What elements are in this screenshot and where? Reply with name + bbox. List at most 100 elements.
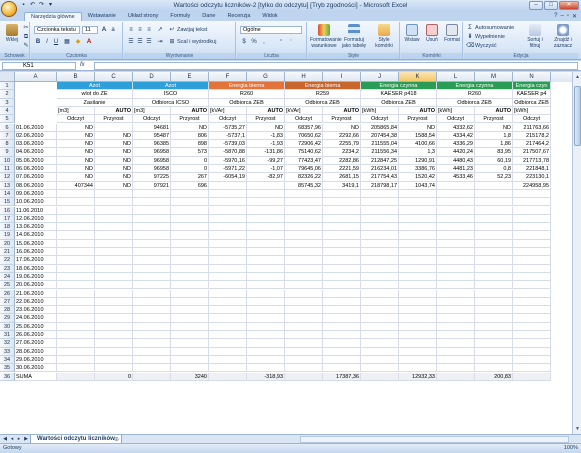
cell[interactable]: -99,27 xyxy=(247,156,285,165)
cell[interactable] xyxy=(361,189,399,199)
tab-data[interactable]: Dane xyxy=(196,12,221,21)
first-sheet-icon[interactable]: ◀ xyxy=(2,436,8,443)
cell[interactable] xyxy=(57,314,95,323)
cell[interactable]: SUMA xyxy=(15,372,57,381)
cell[interactable] xyxy=(133,223,171,232)
cell[interactable] xyxy=(399,364,437,373)
comma-icon[interactable]: , xyxy=(260,38,268,46)
cell[interactable] xyxy=(171,306,209,315)
cell[interactable] xyxy=(133,314,171,323)
cell[interactable] xyxy=(399,256,437,265)
cell[interactable]: 12932,33 xyxy=(399,372,437,381)
cell[interactable]: 77423,47 xyxy=(285,156,323,165)
cell[interactable]: 52,23 xyxy=(475,173,513,182)
cell[interactable] xyxy=(209,331,247,340)
font-name-select[interactable]: Czcionka tekstu xyxy=(34,26,80,34)
cell[interactable]: 18.06.2010 xyxy=(15,264,57,273)
row-header[interactable]: 12 xyxy=(0,173,15,182)
cell[interactable] xyxy=(209,248,247,257)
cell[interactable] xyxy=(171,322,209,331)
cell[interactable] xyxy=(323,331,361,340)
cell[interactable]: Energia bierna xyxy=(285,82,361,91)
cell[interactable] xyxy=(209,372,247,381)
cell[interactable]: [kWh] xyxy=(437,106,475,116)
cell[interactable]: Odczyt xyxy=(437,115,475,124)
cell[interactable] xyxy=(323,289,361,298)
cell[interactable] xyxy=(247,331,285,340)
cell[interactable]: Energia czynna xyxy=(437,82,513,91)
cell[interactable] xyxy=(247,347,285,356)
conditional-format-button[interactable]: Formatowanie warunkowe xyxy=(310,23,342,51)
cell[interactable]: 95487 xyxy=(133,131,171,141)
cell[interactable] xyxy=(95,248,133,257)
row-header[interactable]: 9 xyxy=(0,148,15,157)
cell[interactable] xyxy=(247,322,285,331)
cell[interactable] xyxy=(285,372,323,381)
cell[interactable]: AUTO xyxy=(323,106,361,116)
cell[interactable] xyxy=(475,272,513,282)
cell[interactable]: ND xyxy=(171,123,209,132)
cell[interactable] xyxy=(95,123,133,132)
column-header-j[interactable]: J xyxy=(361,72,399,82)
row-header[interactable]: 32 xyxy=(0,339,15,348)
cell[interactable]: Energia czynna xyxy=(361,82,437,91)
cell[interactable] xyxy=(475,214,513,224)
row-header[interactable]: 30 xyxy=(0,322,15,331)
cell[interactable] xyxy=(57,198,95,207)
align-right-icon[interactable]: ☰ xyxy=(145,38,153,46)
cell[interactable] xyxy=(361,256,399,265)
cell[interactable] xyxy=(57,355,95,365)
zoom-level[interactable]: 100% xyxy=(564,445,578,451)
cell[interactable]: 2234,2 xyxy=(323,148,361,157)
cell[interactable] xyxy=(209,289,247,298)
cell[interactable] xyxy=(399,306,437,315)
cell[interactable] xyxy=(323,264,361,273)
cell[interactable] xyxy=(475,364,513,373)
cell[interactable] xyxy=(437,256,475,265)
cell[interactable]: [kWh] xyxy=(361,106,399,116)
cell[interactable] xyxy=(399,339,437,348)
cell[interactable]: -82,97 xyxy=(247,173,285,182)
row-header[interactable]: 6 xyxy=(0,123,15,132)
percent-icon[interactable]: % xyxy=(250,38,258,46)
align-top-icon[interactable]: ≡ xyxy=(127,26,135,34)
cell[interactable] xyxy=(513,322,551,331)
cell[interactable] xyxy=(399,289,437,298)
cell[interactable]: Odczyt xyxy=(361,115,399,124)
cell[interactable] xyxy=(247,248,285,257)
cell[interactable]: 17.06.2010 xyxy=(15,256,57,265)
cell[interactable] xyxy=(513,198,551,207)
format-painter-icon[interactable]: ✎ xyxy=(22,42,30,50)
cell[interactable] xyxy=(285,231,323,240)
cell[interactable]: 1043,74 xyxy=(399,181,437,190)
cell[interactable]: 02.06.2010 xyxy=(15,131,57,141)
row-header[interactable]: 35 xyxy=(0,364,15,373)
cell[interactable] xyxy=(285,322,323,331)
cell[interactable] xyxy=(361,297,399,307)
cell[interactable]: 06.06.2010 xyxy=(15,165,57,174)
insert-sheet-icon[interactable]: ⊕ xyxy=(114,436,124,443)
cell[interactable]: Odbiorca ICSO xyxy=(133,98,209,107)
cell[interactable]: 4480,43 xyxy=(437,156,475,165)
row-header[interactable]: 15 xyxy=(0,198,15,207)
cell[interactable] xyxy=(475,297,513,307)
cell[interactable] xyxy=(171,364,209,373)
align-center-icon[interactable]: ☰ xyxy=(136,38,144,46)
cell[interactable] xyxy=(285,339,323,348)
cell[interactable] xyxy=(475,239,513,248)
row-header[interactable]: 27 xyxy=(0,297,15,307)
cell[interactable] xyxy=(361,289,399,298)
cell[interactable] xyxy=(133,331,171,340)
cell[interactable] xyxy=(171,248,209,257)
increase-decimal-icon[interactable]: ⁺ xyxy=(277,38,285,46)
cell[interactable] xyxy=(57,264,95,273)
cell[interactable]: [m3] xyxy=(57,106,95,116)
cell[interactable] xyxy=(171,231,209,240)
cell[interactable] xyxy=(437,372,475,381)
cell[interactable] xyxy=(475,322,513,331)
cell[interactable] xyxy=(361,372,399,381)
cell[interactable] xyxy=(209,239,247,248)
cell[interactable]: 97225 xyxy=(133,173,171,182)
cell[interactable]: 08.06.2010 xyxy=(15,181,57,190)
column-header-d[interactable]: D xyxy=(133,72,171,82)
